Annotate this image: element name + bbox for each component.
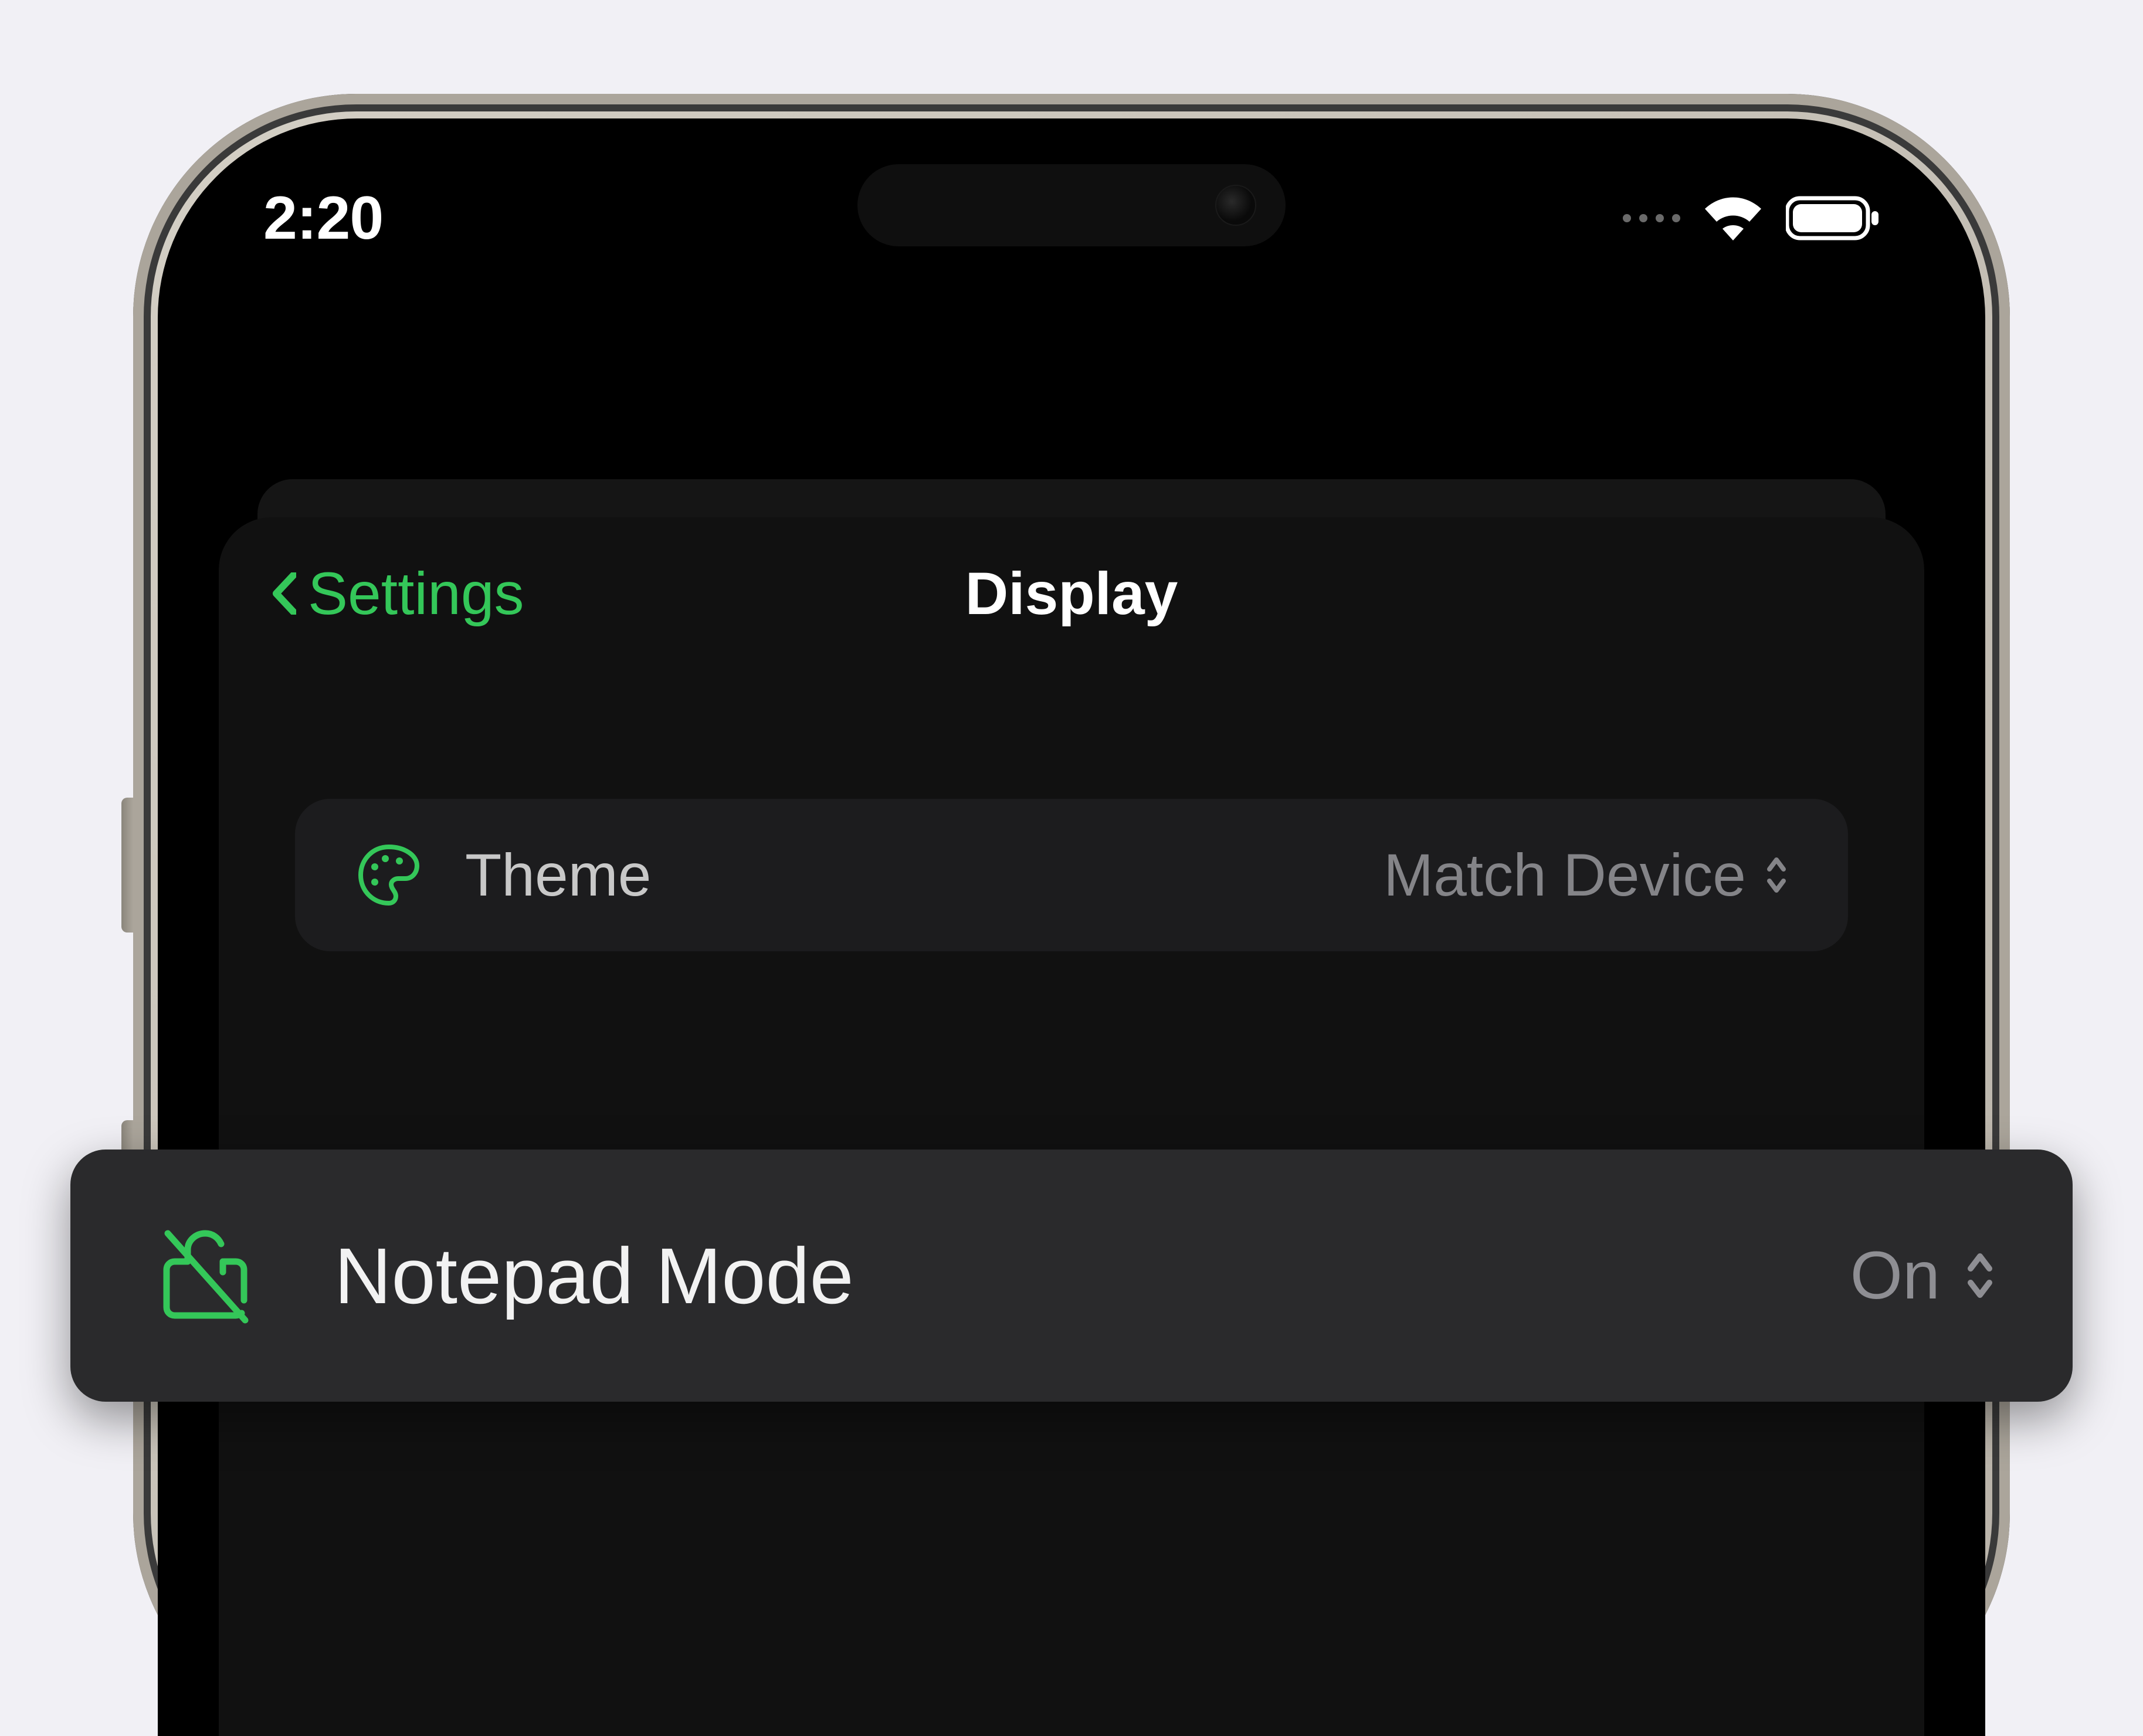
status-time: 2:20 xyxy=(263,184,383,253)
palette-icon xyxy=(354,840,424,910)
notepad-mode-label: Notepad Mode xyxy=(334,1230,1780,1321)
phone-frame: 2:20 xyxy=(133,94,2010,1736)
page-title: Display xyxy=(965,560,1178,628)
phone-screen: 2:20 xyxy=(158,118,1985,1736)
nav-header: Settings Display xyxy=(219,517,1924,670)
camera-icon xyxy=(1215,185,1256,226)
notepad-mode-row[interactable]: Notepad Mode On xyxy=(70,1150,2073,1402)
dynamic-island xyxy=(857,164,1286,246)
settings-section: Theme Match Device xyxy=(219,799,1924,951)
settings-panel: Settings Display Theme Mat xyxy=(219,517,1924,1736)
theme-value: Match Device xyxy=(1384,841,1789,910)
up-down-selector-icon xyxy=(1964,1249,1996,1302)
theme-label: Theme xyxy=(465,841,1342,910)
battery-icon xyxy=(1786,196,1880,240)
theme-row[interactable]: Theme Match Device xyxy=(295,799,1848,951)
up-down-selector-icon xyxy=(1764,854,1789,896)
chevron-left-icon xyxy=(272,572,296,615)
bag-off-icon xyxy=(147,1217,264,1334)
back-button-label: Settings xyxy=(308,560,524,628)
status-indicators xyxy=(1623,196,1880,240)
notepad-mode-value: On xyxy=(1850,1237,1996,1314)
cellular-dots-icon xyxy=(1623,214,1680,222)
wifi-icon xyxy=(1704,196,1762,240)
volume-button xyxy=(121,798,133,933)
back-button[interactable]: Settings xyxy=(272,560,524,628)
